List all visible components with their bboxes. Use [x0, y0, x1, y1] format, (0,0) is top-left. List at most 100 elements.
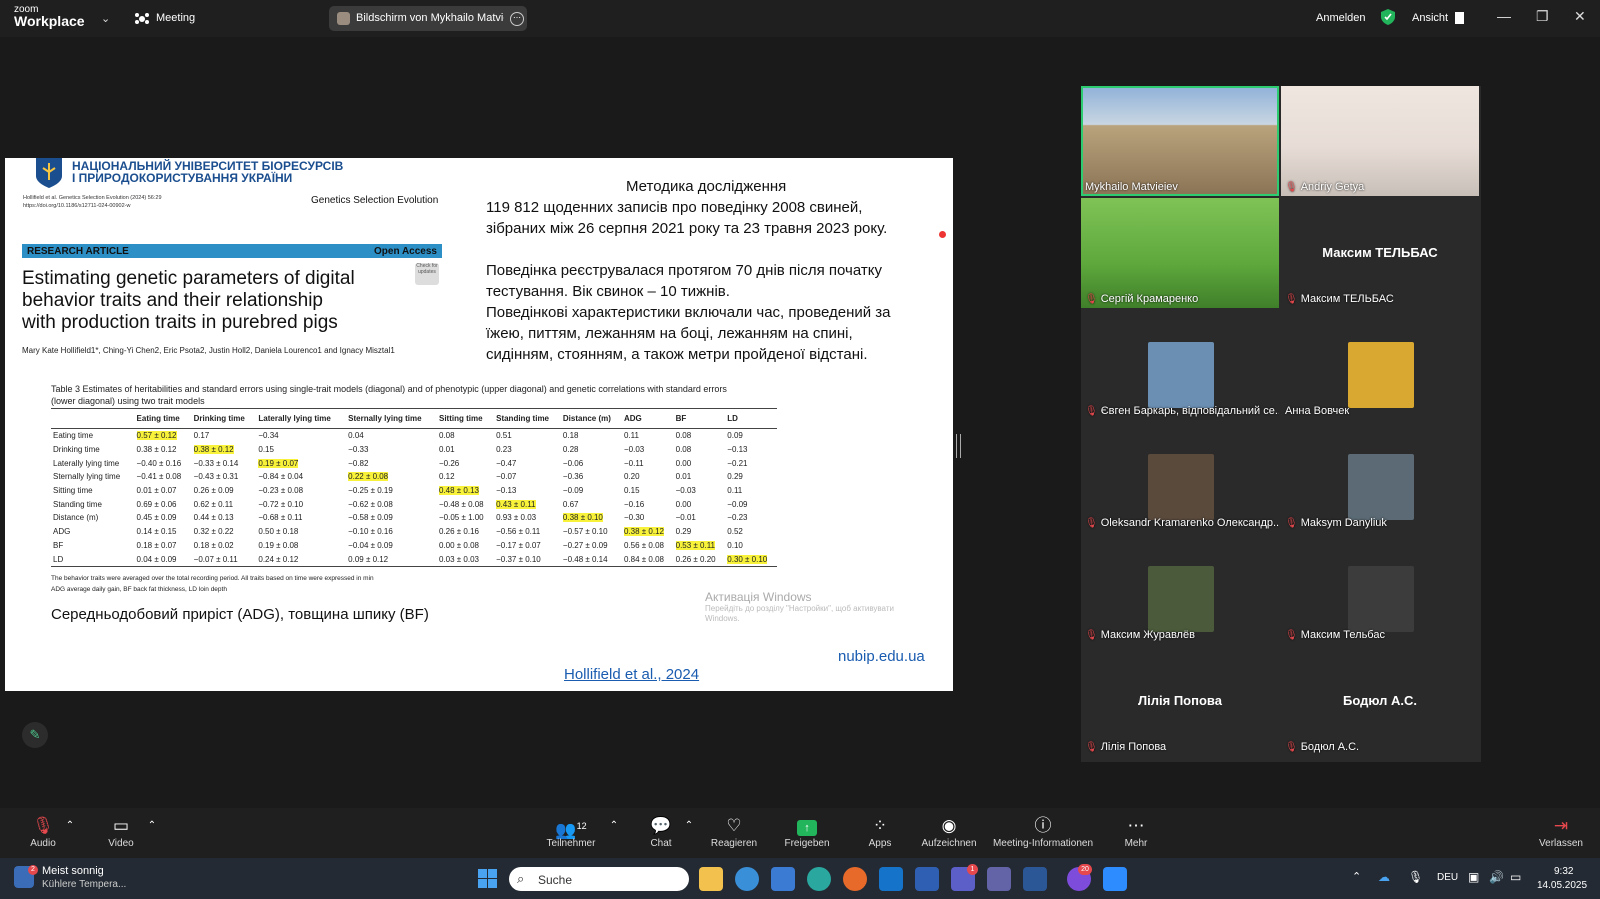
language-indicator[interactable]: DEU [1437, 872, 1458, 883]
participants-button[interactable]: 👥12 Teilnehmer [540, 808, 602, 849]
zoom-app-icon[interactable] [1103, 867, 1127, 891]
shield-icon[interactable] [1381, 9, 1395, 25]
participants-icon: 👥12 [555, 820, 587, 840]
audio-button[interactable]: 🎙 Audio [22, 808, 64, 849]
participant-tile[interactable]: Лілія Попова 🎙 Лілія Попова [1081, 646, 1279, 756]
zoom-logo[interactable]: zoom Workplace [14, 5, 85, 29]
battery-icon[interactable]: ▭ [1510, 870, 1521, 884]
notepad-icon[interactable] [771, 867, 795, 891]
mic-icon[interactable]: 🎙 [1408, 870, 1423, 884]
file-explorer-icon[interactable] [699, 867, 723, 891]
table-cell: −0.03 [675, 486, 696, 496]
share-button[interactable]: ↑ Freigeben [782, 808, 832, 849]
table-cell: −0.48 ± 0.14 [560, 552, 622, 567]
resize-handle[interactable] [956, 434, 961, 458]
globe-app-icon[interactable] [735, 867, 759, 891]
chevron-up-icon[interactable]: ⌃ [1352, 870, 1361, 883]
firefox-icon[interactable] [843, 867, 867, 891]
network-icon[interactable]: ▣ [1468, 870, 1479, 884]
windows-start-icon[interactable] [478, 869, 497, 888]
webex-icon[interactable] [915, 867, 939, 891]
view-button[interactable]: Ansicht [1412, 12, 1448, 24]
table-cell: −0.34 [258, 431, 279, 441]
video-button[interactable]: ▭ Video [100, 808, 142, 849]
leave-button[interactable]: ⇥ Verlassen [1536, 808, 1586, 849]
meeting-toolbar: 🎙 Audio ⌃ ▭ Video ⌃ 👥12 Teilnehmer ⌃ 💬 Chat … [0, 808, 1600, 858]
table-header-cell: Sitting time [436, 408, 495, 429]
audio-options-chevron[interactable]: ⌃ [64, 808, 76, 838]
annotate-pen-icon[interactable]: ✎ [22, 722, 48, 748]
word-icon[interactable] [1023, 867, 1047, 891]
participant-tile[interactable]: 🎙 Максим Журавлёв [1081, 534, 1279, 644]
table-header-cell: Eating time [134, 408, 192, 429]
react-button[interactable]: ♡ Reagieren [710, 808, 758, 849]
weather-subtitle[interactable]: Kühlere Tempera... [42, 879, 126, 890]
participant-tile[interactable]: 🎙 Євген Баркарь, відповідальний се... [1081, 310, 1279, 420]
participant-tile[interactable]: 🎙 Сергій Крамаренко [1081, 198, 1279, 308]
table-cell: −0.84 ± 0.04 [258, 472, 304, 482]
laser-pointer [939, 231, 946, 238]
article-title-line: Estimating genetic parameters of digital [22, 268, 355, 289]
participants-options-chevron[interactable]: ⌃ [608, 808, 620, 838]
signin-button[interactable]: Anmelden [1316, 12, 1366, 24]
table-cell: −0.27 ± 0.09 [562, 540, 608, 550]
teams-classic-icon[interactable] [987, 867, 1011, 891]
method-line: Поведінкові характеристики включали час,… [486, 304, 891, 321]
participant-tile[interactable]: Бодюл А.С. 🎙 Бодюл А.С. [1281, 646, 1479, 756]
chevron-down-icon[interactable]: ⌄ [101, 12, 110, 25]
apps-button[interactable]: ⁘ Apps [864, 808, 896, 849]
table-cell: −0.41 ± 0.08 [136, 472, 182, 482]
table-cell: 0.29 [675, 527, 692, 537]
table-header-cell: BF [673, 408, 726, 429]
participant-tile[interactable]: 🎙 Andriy Getya [1281, 86, 1479, 196]
avatar [337, 12, 350, 25]
table-cell: 0.01 [675, 472, 692, 482]
chat-button[interactable]: 💬 Chat [645, 808, 677, 849]
table-header-cell: Distance (m) [560, 408, 622, 429]
more-button[interactable]: ⋯ Mehr [1118, 808, 1154, 849]
avatar [1148, 342, 1214, 408]
edge-icon[interactable] [807, 867, 831, 891]
participant-tile[interactable]: Максим ТЕЛЬБАС 🎙 Максим ТЕЛЬБАС [1281, 198, 1479, 308]
method-line: Поведінка реєструвалася протягом 70 днів… [486, 262, 882, 279]
table-cell: 0.19 ± 0.07 [258, 458, 299, 468]
table-cell: 0.26 ± 0.20 [673, 552, 726, 567]
outlook-icon[interactable] [879, 867, 903, 891]
clock-date[interactable]: 14.05.2025 [1537, 880, 1587, 891]
chat-options-chevron[interactable]: ⌃ [683, 808, 695, 838]
participant-tile[interactable]: 🎙 Максим Тельбас [1281, 534, 1479, 644]
info-icon: ⓘ [1034, 816, 1052, 835]
meeting-menu[interactable]: Meeting [156, 12, 195, 24]
participant-tile[interactable]: 🎙 Maksym Danyliuk [1281, 422, 1479, 532]
restore-icon[interactable]: ❐ [1536, 8, 1549, 25]
close-icon[interactable]: ✕ [1574, 8, 1586, 25]
table-cell: −0.13 [496, 486, 517, 496]
participant-tile[interactable]: Анна Вовчек [1281, 310, 1479, 420]
participant-name: 🎙 Максим Тельбас [1285, 629, 1385, 641]
mic-muted-icon: 🎙 [1285, 630, 1298, 641]
cloud-icon[interactable]: ☁ [1378, 870, 1390, 884]
participant-tile[interactable]: Mykhailo Matvieiev [1081, 86, 1279, 196]
meeting-info-button[interactable]: ⓘ Meeting-Informationen [988, 808, 1098, 849]
article-title-line: behavior traits and their relationship [22, 290, 324, 311]
view-icon[interactable] [1455, 12, 1464, 24]
taskbar-search-input[interactable] [509, 867, 689, 891]
participant-tile[interactable]: 🎙 Oleksandr Kramarenko Олександр... [1081, 422, 1279, 532]
minimize-icon[interactable]: — [1497, 8, 1511, 24]
table-cell: 0.08 [438, 431, 455, 441]
video-options-chevron[interactable]: ⌃ [146, 808, 158, 838]
weather-title[interactable]: Meist sonnig [42, 865, 104, 877]
volume-icon[interactable]: 🔊 [1489, 870, 1504, 884]
table-cell: −0.48 ± 0.08 [438, 499, 484, 509]
more-options-icon[interactable]: ⋯ [510, 12, 524, 26]
site-link: nubip.edu.ua [838, 648, 925, 665]
table-cell: −0.47 [496, 458, 517, 468]
table-cell: 0.03 ± 0.03 [436, 552, 495, 567]
clock-time[interactable]: 9:32 [1554, 866, 1573, 877]
record-button[interactable]: ◉ Aufzeichnen [918, 808, 980, 849]
mic-muted-icon: 🎙 [1285, 294, 1298, 305]
table-cell: −0.57 ± 0.10 [562, 527, 608, 537]
table-cell: −0.23 ± 0.08 [258, 486, 304, 496]
table-cell: 0.09 ± 0.12 [346, 552, 437, 567]
windows-activation-text: Перейдіть до розділу "Настройки", щоб ак… [705, 604, 894, 613]
